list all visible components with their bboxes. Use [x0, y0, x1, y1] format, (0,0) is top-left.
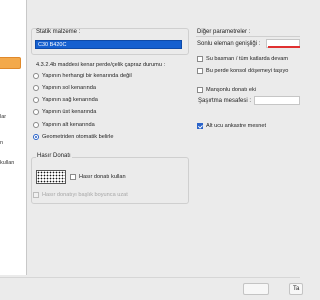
- sasirtma-input[interactable]: [254, 96, 300, 105]
- radio-left[interactable]: Yapının sol kenarında: [33, 83, 96, 92]
- checkbox-label: Hasır donatıyı başlık boyunca uzat: [42, 191, 128, 198]
- radio-button[interactable]: [33, 96, 39, 103]
- clause-title: 4.3.2.4b maddesi kenar perde/çelik çapra…: [36, 62, 166, 68]
- radio-right[interactable]: Yapının sağ kenarında: [33, 95, 98, 104]
- hasir-use-checkbox[interactable]: Hasır donatı kullan: [70, 172, 126, 181]
- material-title: Statik malzeme :: [36, 29, 81, 35]
- konsol-checkbox[interactable]: Bu perde konsol döşemeyi taşıyo: [197, 66, 288, 75]
- left-list-item[interactable]: kullan: [0, 160, 14, 166]
- radio-label: Yapının üst kenarında: [42, 108, 97, 115]
- radio-button[interactable]: [33, 72, 39, 79]
- footer-divider: [0, 277, 300, 278]
- divider: [196, 36, 300, 37]
- checkbox[interactable]: [197, 86, 203, 93]
- left-list-selected-item[interactable]: [0, 57, 21, 69]
- checkbox-label: Su basman / tüm katlarda devam: [206, 55, 289, 62]
- radio-label: Yapının sol kenarında: [42, 84, 97, 91]
- blank-button[interactable]: [243, 283, 269, 295]
- material-select[interactable]: C30 B420C: [35, 40, 182, 49]
- left-list-item[interactable]: lar: [0, 114, 6, 120]
- radio-auto[interactable]: Geometriden otomatik belirle: [33, 132, 114, 141]
- hasir-title: Hasır Donatı: [36, 153, 72, 159]
- mesh-pattern-icon: [36, 170, 66, 184]
- checkbox[interactable]: [197, 67, 203, 74]
- radio-none[interactable]: Yapının herhangi bir kenarında değil: [33, 71, 132, 80]
- other-title: Diğer parametreler :: [197, 29, 251, 35]
- checkbox[interactable]: [70, 173, 76, 180]
- left-list-item[interactable]: n: [0, 140, 3, 146]
- radio-bottom[interactable]: Yapının alt kenarında: [33, 120, 95, 129]
- radio-button[interactable]: [33, 108, 39, 115]
- sasirtma-label: Şaşırtma mesafesi :: [198, 98, 252, 104]
- checkbox-label: Alt ucu ankastre mesnet: [206, 122, 267, 129]
- error-underline: [268, 46, 300, 48]
- tamam-button[interactable]: Ta: [289, 283, 303, 295]
- su-basman-checkbox[interactable]: Su basman / tüm katlarda devam: [197, 54, 288, 63]
- checkbox-checked[interactable]: [197, 122, 203, 129]
- manson-checkbox[interactable]: Manşonlu donatı eki: [197, 85, 256, 94]
- radio-label: Yapının herhangi bir kenarında değil: [42, 72, 132, 79]
- checkbox-label: Bu perde konsol döşemeyi taşıyo: [206, 67, 289, 74]
- radio-label: Yapının alt kenarında: [42, 121, 95, 128]
- radio-button-selected[interactable]: [33, 133, 39, 140]
- checkbox-label: Hasır donatı kullan: [79, 173, 126, 180]
- radio-top[interactable]: Yapının üst kenarında: [33, 107, 96, 116]
- checkbox[interactable]: [197, 55, 203, 62]
- hasir-extend-checkbox: Hasır donatıyı başlık boyunca uzat: [33, 190, 128, 199]
- radio-label: Yapının sağ kenarında: [42, 96, 98, 103]
- checkbox-label: Manşonlu donatı eki: [206, 86, 257, 93]
- radio-button[interactable]: [33, 121, 39, 128]
- radio-button[interactable]: [33, 84, 39, 91]
- alt-mesnet-checkbox[interactable]: Alt ucu ankastre mesnet: [197, 121, 266, 130]
- radio-label: Geometriden otomatik belirle: [42, 133, 114, 140]
- element-width-label: Sonlu eleman genişliği :: [197, 41, 261, 47]
- left-list-panel: lar n kullan: [0, 0, 27, 275]
- checkbox-disabled: [33, 191, 39, 198]
